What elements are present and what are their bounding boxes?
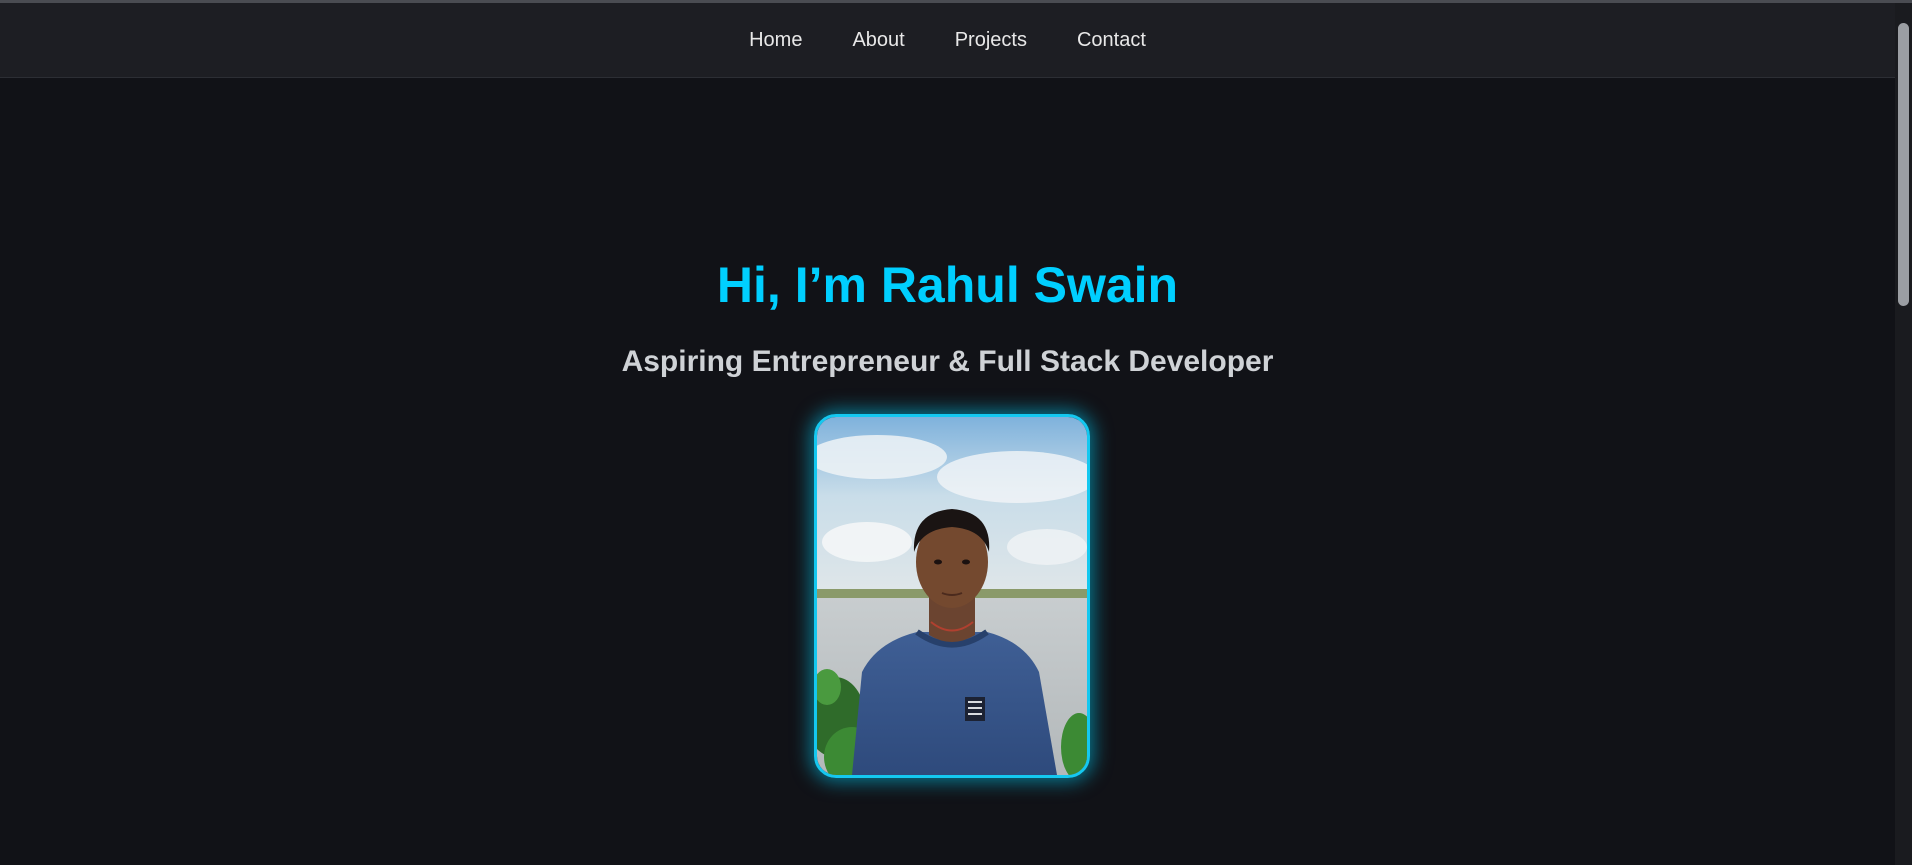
vertical-scrollbar[interactable] bbox=[1895, 3, 1912, 865]
nav-link-home[interactable]: Home bbox=[749, 29, 802, 51]
hero-title: Hi, I’m Rahul Swain bbox=[716, 257, 1179, 313]
nav-link-projects[interactable]: Projects bbox=[955, 29, 1027, 51]
nav-link-about[interactable]: About bbox=[852, 29, 904, 51]
nav-link-contact[interactable]: Contact bbox=[1077, 29, 1146, 51]
hero-section: Hi, I’m Rahul Swain Aspiring Entrepreneu… bbox=[0, 78, 1895, 865]
navbar: Home About Projects Contact bbox=[0, 3, 1895, 78]
hero-subtitle: Aspiring Entrepreneur & Full Stack Devel… bbox=[621, 345, 1274, 378]
nav-menu: Home About Projects Contact bbox=[749, 29, 1146, 52]
profile-photo-illustration bbox=[817, 417, 1087, 775]
scrollbar-thumb[interactable] bbox=[1898, 23, 1909, 306]
profile-photo bbox=[814, 414, 1090, 778]
